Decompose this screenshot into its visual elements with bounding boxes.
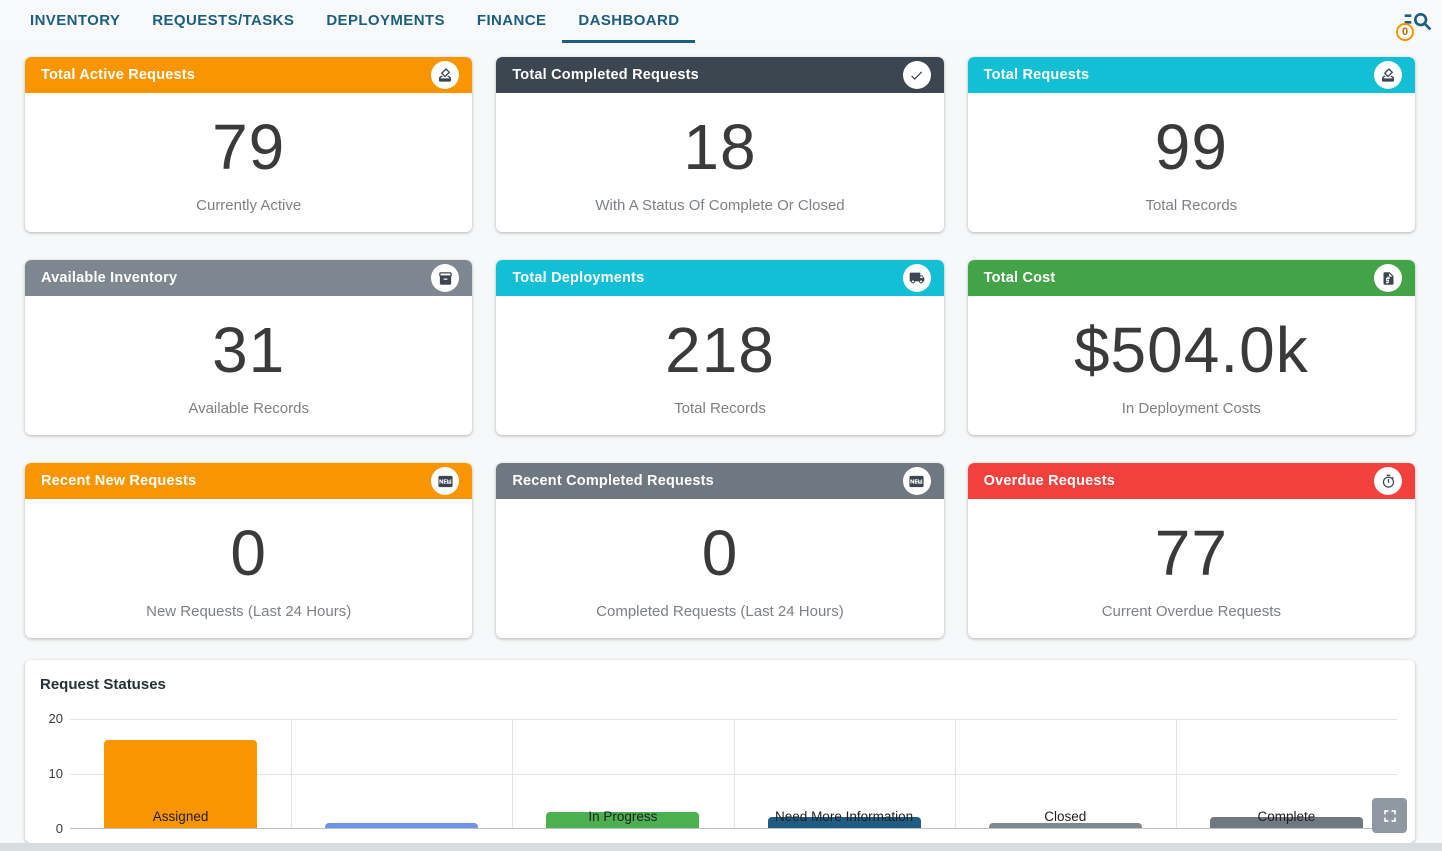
search-button[interactable]: 0 <box>1394 3 1436 43</box>
card-subtitle: Total Records <box>674 400 766 417</box>
card-title: Total Requests <box>984 67 1090 83</box>
card-value: 18 <box>683 115 756 179</box>
bar-category-label: In Progress <box>588 809 657 824</box>
tab-finance[interactable]: FINANCE <box>461 0 562 43</box>
card-value: 0 <box>702 521 739 585</box>
bar-category-label: Assigned <box>153 809 209 824</box>
card-title: Total Cost <box>984 270 1056 286</box>
card-value: 77 <box>1155 521 1228 585</box>
card-title: Overdue Requests <box>984 473 1115 489</box>
dashboard-grid: Total Active Requests 79 Currently Activ… <box>25 57 1415 638</box>
card-value: 0 <box>230 521 267 585</box>
card-subtitle: Current Overdue Requests <box>1102 603 1281 620</box>
page-bottom-edge <box>0 843 1442 851</box>
notification-count-badge: 0 <box>1396 23 1414 41</box>
card-title: Total Active Requests <box>41 67 195 83</box>
card-value: 31 <box>212 318 285 382</box>
card-recent-new-requests: Recent New Requests 0 New Requests (Last… <box>25 463 472 638</box>
card-total-completed-requests: Total Completed Requests 18 With A Statu… <box>496 57 943 232</box>
request-statuses-chart-card: Request Statuses Assigned In Progress Need… <box>25 660 1415 843</box>
chart-plot: Assigned In Progress Need More Information… <box>70 719 1397 829</box>
card-header: Total Cost <box>968 260 1415 296</box>
card-value: $504.0k <box>1074 318 1309 382</box>
card-title: Recent New Requests <box>41 473 196 489</box>
inventory-box-icon <box>431 264 459 292</box>
ballot-icon <box>1374 61 1402 89</box>
gridline <box>512 719 513 828</box>
card-subtitle: Available Records <box>188 400 309 417</box>
card-available-inventory: Available Inventory 31 Available Records <box>25 260 472 435</box>
card-subtitle: Completed Requests (Last 24 Hours) <box>596 603 844 620</box>
new-badge-icon <box>431 467 459 495</box>
card-header: Total Deployments <box>496 260 943 296</box>
card-subtitle: Total Records <box>1145 197 1237 214</box>
tab-dashboard[interactable]: DASHBOARD <box>562 0 695 43</box>
card-value: 99 <box>1155 115 1228 179</box>
card-title: Total Completed Requests <box>512 67 699 83</box>
card-total-deployments: Total Deployments 218 Total Records <box>496 260 943 435</box>
card-recent-completed-requests: Recent Completed Requests 0 Completed Re… <box>496 463 943 638</box>
card-total-cost: Total Cost $504.0k In Deployment Costs <box>968 260 1415 435</box>
card-title: Recent Completed Requests <box>512 473 714 489</box>
card-header: Total Completed Requests <box>496 57 943 93</box>
gridline <box>1176 719 1177 828</box>
tab-requests-tasks[interactable]: REQUESTS/TASKS <box>136 0 310 43</box>
top-navigation: INVENTORY REQUESTS/TASKS DEPLOYMENTS FIN… <box>0 0 1442 43</box>
chart-title: Request Statuses <box>40 676 166 693</box>
bar-category-label: Complete <box>1258 809 1316 824</box>
card-subtitle: Currently Active <box>196 197 301 214</box>
y-axis-tick: 20 <box>25 711 63 726</box>
bar-category-label: Need More Information <box>775 809 913 824</box>
y-axis-tick: 0 <box>25 821 63 836</box>
timer-icon <box>1374 467 1402 495</box>
card-total-active-requests: Total Active Requests 79 Currently Activ… <box>25 57 472 232</box>
card-header: Available Inventory <box>25 260 472 296</box>
card-subtitle: New Requests (Last 24 Hours) <box>146 603 351 620</box>
y-axis-tick: 10 <box>25 766 63 781</box>
card-subtitle: With A Status Of Complete Or Closed <box>595 197 844 214</box>
ballot-icon <box>431 61 459 89</box>
card-header: Recent Completed Requests <box>496 463 943 499</box>
card-header: Total Active Requests <box>25 57 472 93</box>
card-header: Overdue Requests <box>968 463 1415 499</box>
card-header: Total Requests <box>968 57 1415 93</box>
gridline <box>955 719 956 828</box>
card-header: Recent New Requests <box>25 463 472 499</box>
money-document-icon <box>1374 264 1402 292</box>
tab-deployments[interactable]: DEPLOYMENTS <box>310 0 461 43</box>
card-title: Available Inventory <box>41 270 177 286</box>
card-subtitle: In Deployment Costs <box>1122 400 1261 417</box>
new-badge-icon <box>903 467 931 495</box>
card-overdue-requests: Overdue Requests 77 Current Overdue Requ… <box>968 463 1415 638</box>
fullscreen-button[interactable] <box>1372 798 1407 833</box>
check-circle-icon <box>903 61 931 89</box>
card-total-requests: Total Requests 99 Total Records <box>968 57 1415 232</box>
truck-icon <box>903 264 931 292</box>
card-value: 218 <box>665 318 775 382</box>
fullscreen-icon <box>1380 806 1400 826</box>
card-title: Total Deployments <box>512 270 644 286</box>
tab-inventory[interactable]: INVENTORY <box>14 0 136 43</box>
gridline <box>291 719 292 828</box>
gridline <box>734 719 735 828</box>
card-value: 79 <box>212 115 285 179</box>
chart-bar-unlabeled[interactable] <box>325 823 478 829</box>
bar-category-label: Closed <box>1044 809 1086 824</box>
